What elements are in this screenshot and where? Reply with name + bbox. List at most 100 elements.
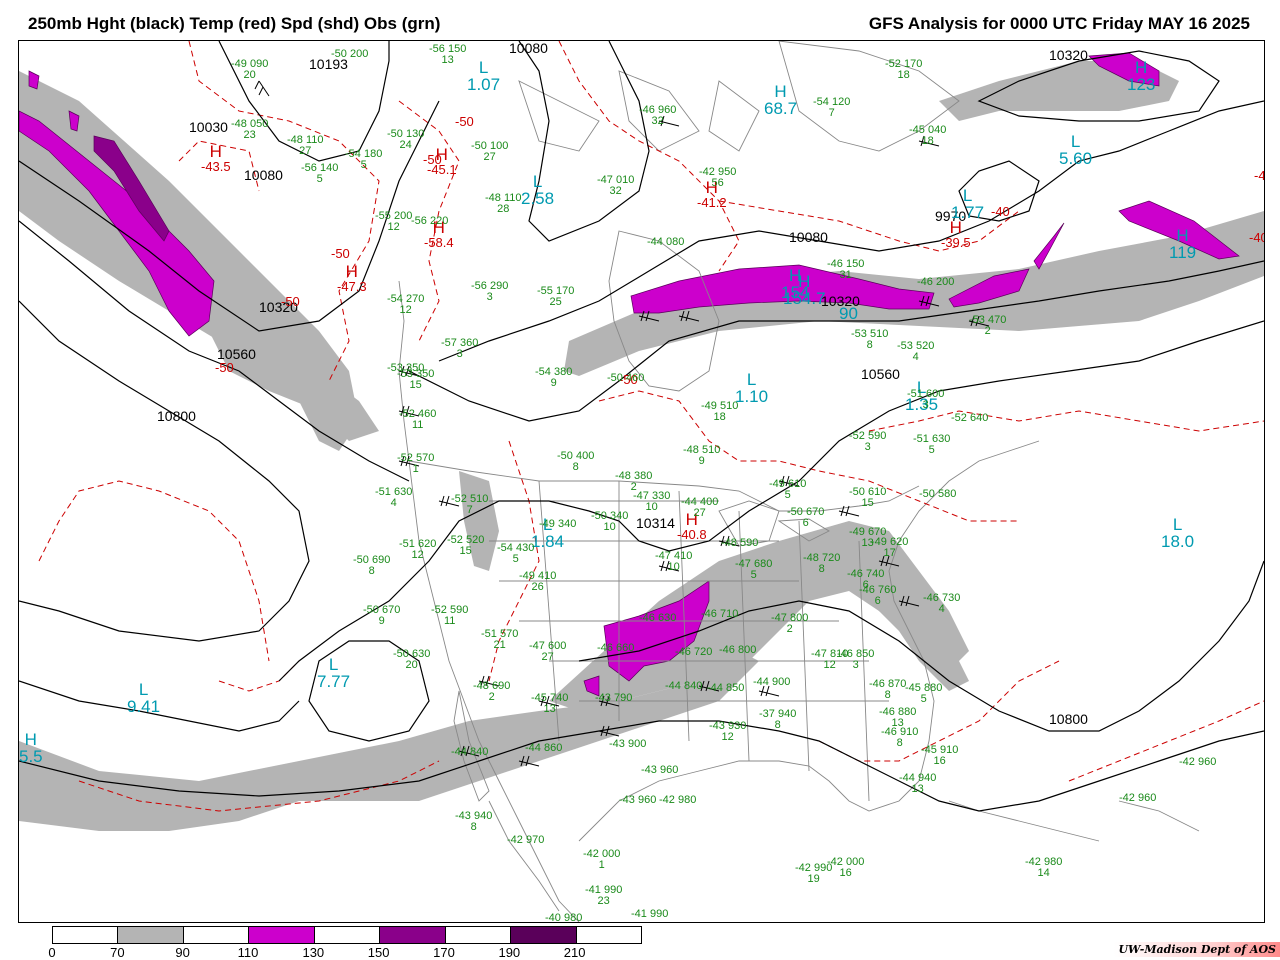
- station-dewpoint-depression: 5: [784, 489, 791, 501]
- station-dewpoint-depression: 20: [405, 659, 418, 671]
- station-plot: -49 610 5: [769, 479, 806, 501]
- height-label: 10080: [789, 229, 828, 245]
- station-dewpoint-depression: 4: [938, 603, 945, 615]
- station-dewpoint-depression: 56: [711, 177, 724, 189]
- station-plot: -46 910 8: [881, 727, 918, 749]
- station-dewpoint-depression: 21: [493, 639, 506, 651]
- legend-tick-label: 170: [433, 945, 455, 960]
- station-temp-height: -50 460: [607, 372, 645, 384]
- center-value: -47.3: [337, 279, 367, 294]
- station-temp-height: -43 900: [609, 738, 647, 750]
- station-plot: -52 590 3: [849, 431, 886, 453]
- station-dewpoint-depression: 7: [466, 504, 473, 516]
- station-plot: -50 610 15: [849, 487, 886, 509]
- station-plot: -49 340: [539, 519, 576, 530]
- station-plot: -41 990: [631, 909, 668, 920]
- center-value: 1.07: [467, 75, 501, 94]
- station-plot: -42 950 56: [699, 167, 736, 189]
- station-dewpoint-depression: 27: [693, 507, 706, 519]
- map-title: 250mb Hght (black) Temp (red) Spd (shd) …: [28, 14, 441, 33]
- station-dewpoint-depression: 5: [920, 693, 927, 705]
- station-temp-height: -46 630: [639, 612, 677, 624]
- station-plot: -53 470 2: [969, 315, 1006, 337]
- station-plot: -46 850 3: [837, 649, 874, 671]
- legend-swatch: [576, 927, 641, 943]
- legend-swatch: [183, 927, 250, 943]
- center-value: 1.10: [735, 387, 769, 406]
- station-plot: -53 510 8: [851, 329, 888, 351]
- station-dewpoint-depression: 23: [243, 129, 256, 141]
- station-plot: -54 120 7: [813, 97, 850, 119]
- height-10080-arctic: [518, 41, 650, 242]
- station-dewpoint-depression: 5: [316, 173, 323, 185]
- station-plot: -43 940 8: [455, 811, 492, 833]
- station-plot: -42 980: [659, 795, 696, 806]
- station-dewpoint-depression: 5: [928, 444, 935, 456]
- center-value: -41.2: [697, 195, 727, 210]
- station-plot: -49 090 20: [231, 59, 268, 81]
- station-dewpoint-depression: 9: [698, 455, 705, 467]
- station-plot: -54 270 12: [387, 294, 424, 316]
- station-dewpoint-depression: 13: [911, 783, 924, 795]
- station-dewpoint-depression: 25: [549, 296, 562, 308]
- legend-tick-label: 130: [302, 945, 325, 960]
- station-temp-height: -52 640: [951, 412, 989, 424]
- station-plot: -50 670 9: [363, 605, 400, 627]
- center-value: -40.8: [677, 527, 707, 542]
- station-plot: -47 680 5: [735, 559, 772, 581]
- station-plot: -55 170 25: [537, 286, 574, 308]
- legend-swatch: [118, 927, 184, 943]
- station-plot: -48 690 2: [473, 681, 510, 703]
- legend-tick-label: 0: [48, 945, 56, 960]
- center-value: -43.5: [201, 159, 231, 174]
- station-plot: -52 170 18: [885, 59, 922, 81]
- legend-tick-label: 70: [110, 945, 125, 960]
- station-temp-height: -49 340: [539, 518, 577, 530]
- station-dewpoint-depression: 8: [774, 719, 781, 731]
- station-dewpoint-depression: 8: [884, 689, 891, 701]
- station-plot: -44 080: [647, 237, 684, 248]
- low-center: 90: [839, 305, 858, 322]
- station-plot: -40 980: [545, 913, 582, 923]
- station-dewpoint-depression: 10: [645, 501, 658, 513]
- station-temp-height: -42 960: [1119, 792, 1157, 804]
- station-plot: -53 350 15: [397, 369, 434, 391]
- station-dewpoint-depression: 24: [399, 139, 412, 151]
- high-center: H 119: [1169, 227, 1196, 261]
- station-plot: -51 630 5: [913, 434, 950, 456]
- station-plot: -50 670 6: [787, 507, 824, 529]
- low-center: L 18.0: [1161, 516, 1194, 550]
- temp-contour-9: [38, 480, 270, 662]
- caribbean: [948, 800, 1200, 842]
- station-plot: -52 590 11: [431, 605, 468, 627]
- station-temp-height: -46 200: [917, 276, 955, 288]
- center-value: 68.7: [764, 99, 798, 118]
- height-label: 10560: [861, 366, 900, 382]
- station-dewpoint-depression: 16: [933, 755, 946, 767]
- center-value: 1.84: [531, 532, 565, 551]
- temperature-label: -40: [1254, 168, 1265, 183]
- high-center: H 154.7: [783, 273, 826, 307]
- station-dewpoint-depression: 20: [243, 69, 256, 81]
- station-dewpoint-depression: 3: [486, 291, 493, 303]
- station-dewpoint-depression: 3: [852, 659, 859, 671]
- station-plot: -50 630 20: [393, 649, 430, 671]
- station-temp-height: -50 200: [331, 48, 369, 60]
- height-label: 10080: [244, 167, 283, 183]
- station-plot: -42 970: [507, 835, 544, 846]
- station-plot: -37 940 8: [759, 709, 796, 731]
- station-plot: -48 050 23: [231, 119, 268, 141]
- station-plot: -46 800: [719, 645, 756, 656]
- station-plot: -47 010 32: [597, 175, 634, 197]
- height-label: 10080: [509, 40, 548, 56]
- station-temp-height: -42 980: [659, 794, 697, 806]
- station-dewpoint-depression: 15: [861, 497, 874, 509]
- station-plot: -42 960: [1119, 793, 1156, 804]
- temp-max-center: H -45.1: [427, 146, 457, 176]
- legend-tick-label: 210: [563, 945, 586, 960]
- legend-swatch: [380, 927, 446, 943]
- station-plot: -53 520 4: [897, 341, 934, 363]
- station-dewpoint-depression: 8: [896, 737, 903, 749]
- station-plot: -43 960: [641, 765, 678, 776]
- station-temp-height: -44 080: [647, 236, 685, 248]
